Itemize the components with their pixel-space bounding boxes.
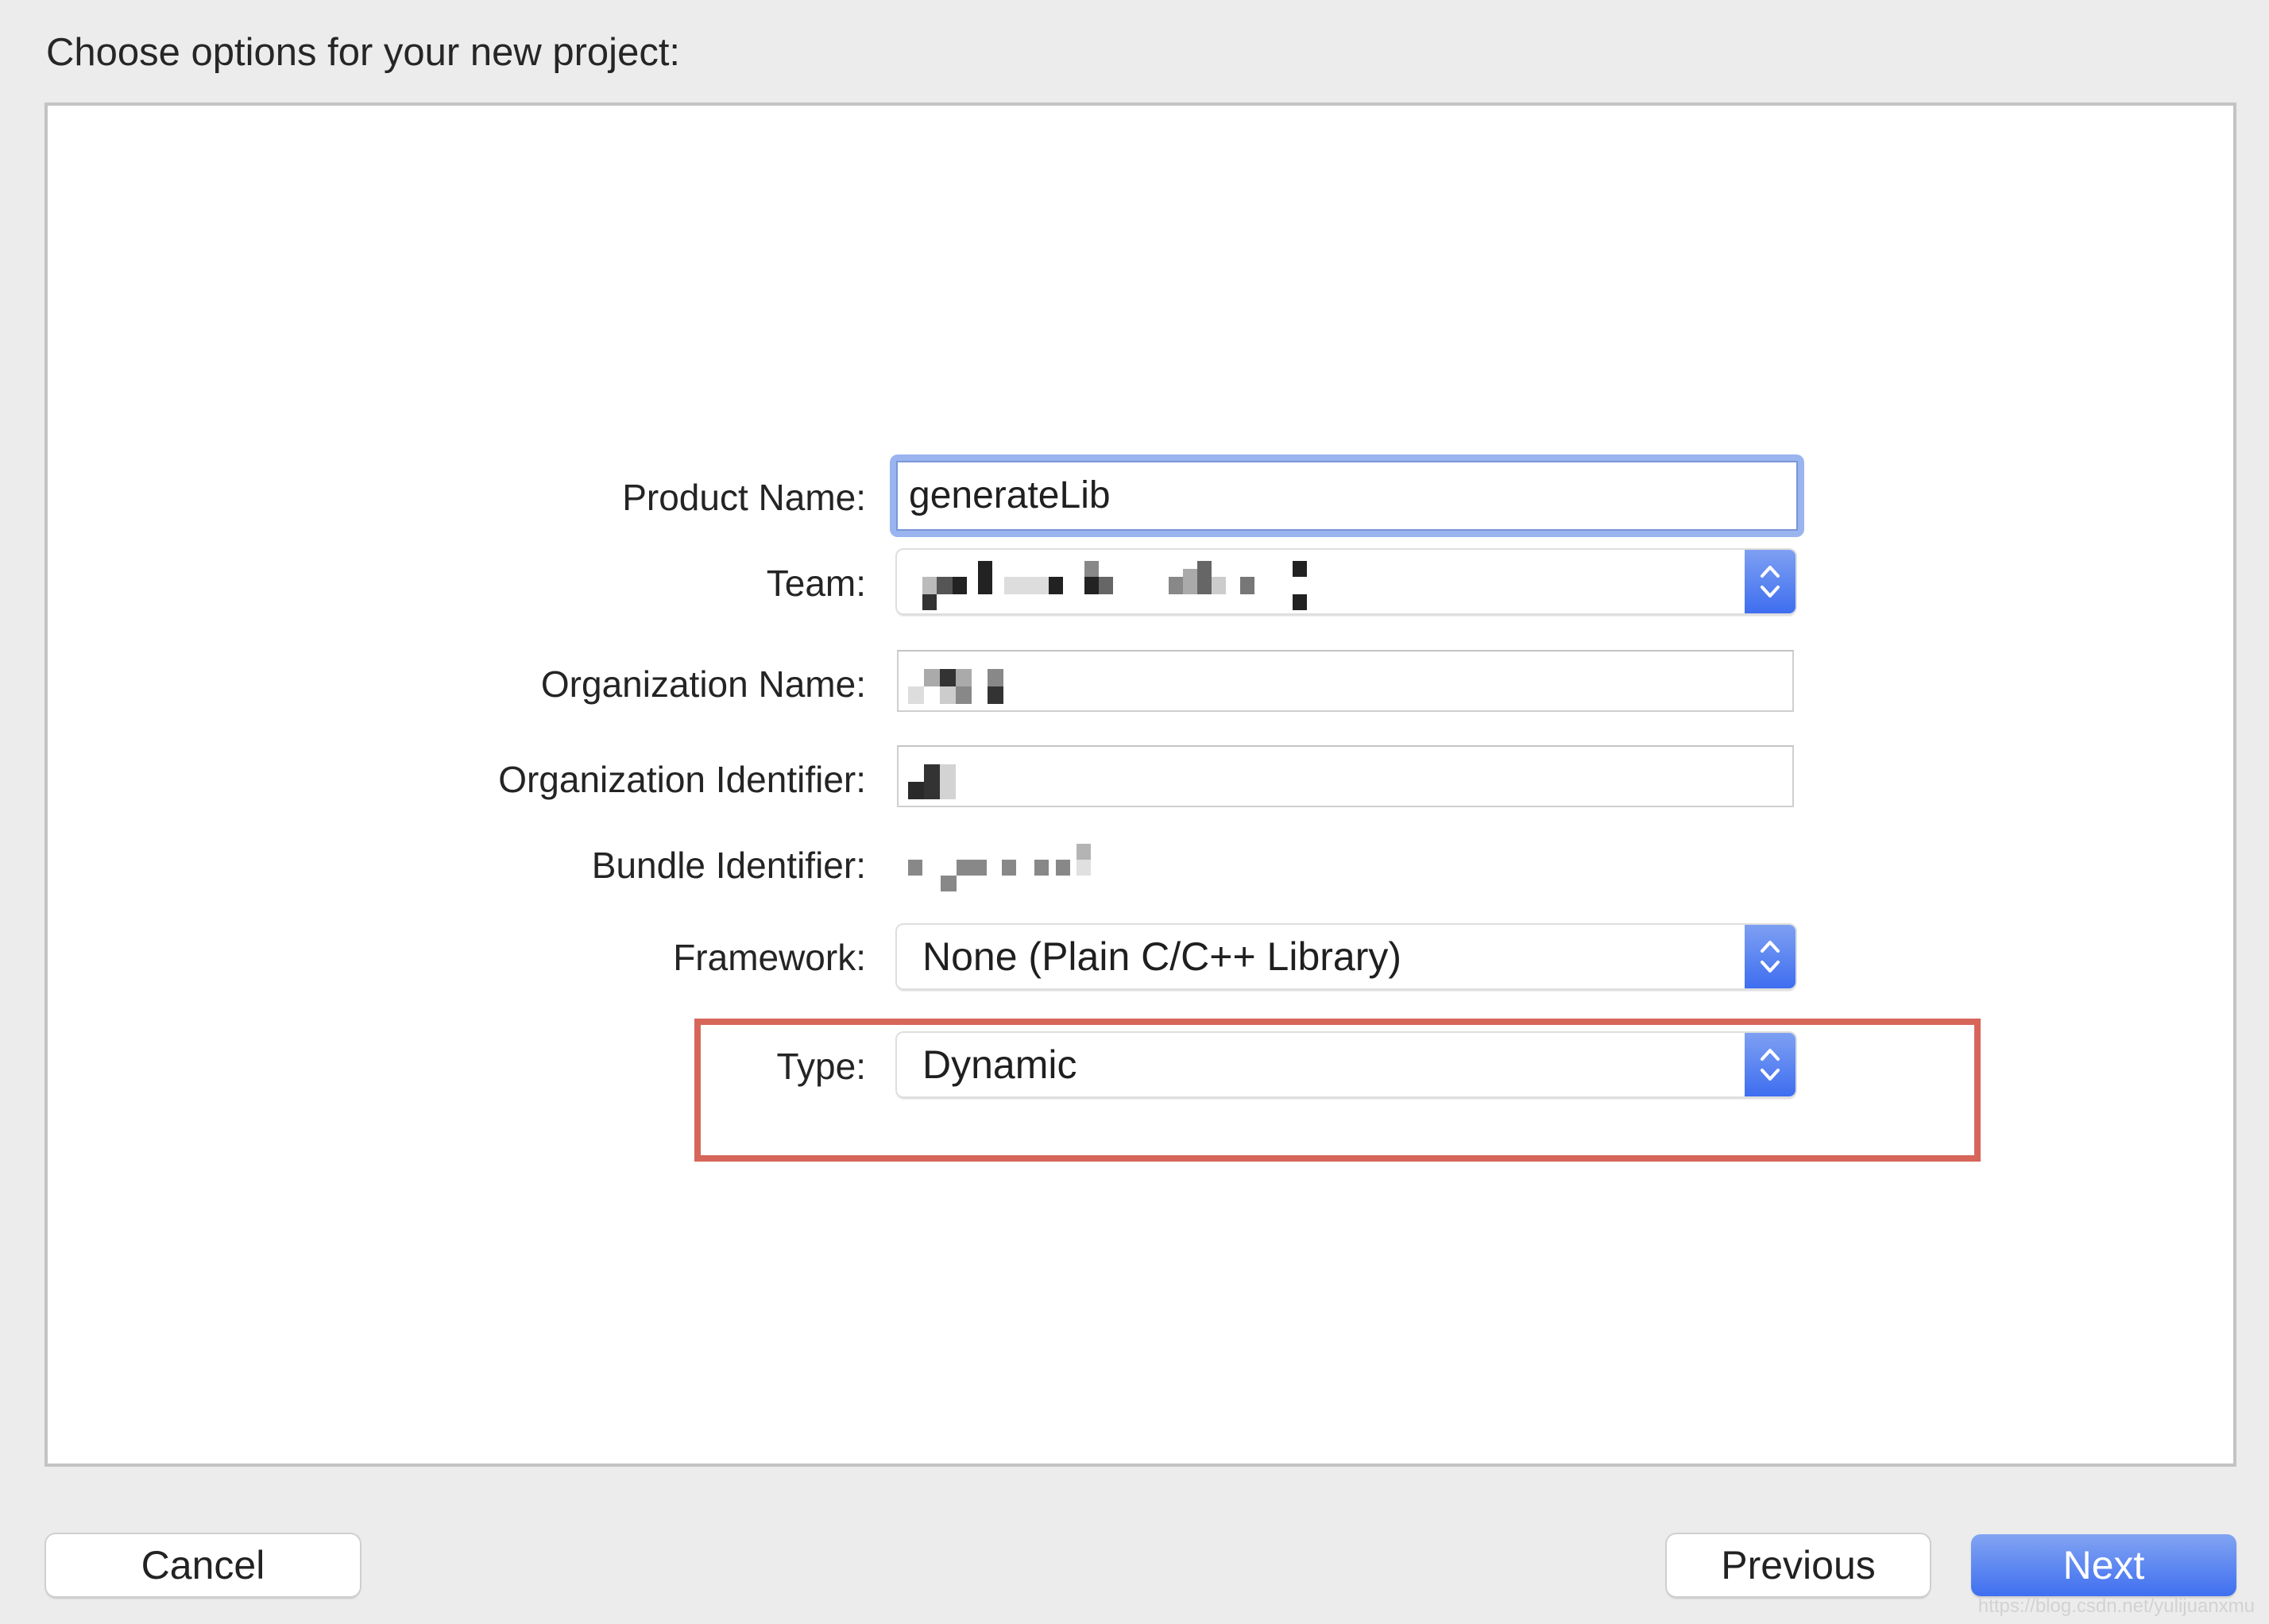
type-selected-value: Dynamic — [922, 1042, 1077, 1087]
watermark: https://blog.csdn.net/yulijuanxmu — [1977, 1595, 2255, 1617]
framework-popup[interactable]: None (Plain C/C++ Library) — [897, 925, 1795, 988]
chevron-up-down-icon — [1761, 1049, 1780, 1081]
framework-stepper[interactable] — [1745, 925, 1795, 988]
type-stepper[interactable] — [1745, 1033, 1795, 1096]
dialog-title: Choose options for your new project: — [46, 31, 681, 74]
cancel-button[interactable]: Cancel — [46, 1534, 360, 1596]
team-label: Team: — [766, 563, 866, 604]
product-name-field[interactable]: generateLib — [896, 461, 1798, 531]
team-popup[interactable] — [897, 550, 1795, 613]
chevron-up-down-icon — [1761, 941, 1780, 972]
type-popup[interactable]: Dynamic — [897, 1033, 1795, 1096]
framework-label: Framework: — [673, 937, 866, 978]
organization-identifier-field[interactable] — [897, 745, 1794, 807]
framework-selected-value: None (Plain C/C++ Library) — [922, 934, 1402, 979]
product-name-label: Product Name: — [622, 477, 866, 518]
organization-identifier-label: Organization Identifier: — [498, 759, 866, 800]
chevron-up-down-icon — [1761, 566, 1780, 597]
previous-button[interactable]: Previous — [1667, 1534, 1930, 1596]
product-name-value: generateLib — [909, 474, 1111, 516]
team-stepper[interactable] — [1745, 550, 1795, 613]
type-label: Type: — [776, 1046, 866, 1087]
bundle-identifier-redacted-value — [897, 842, 1135, 898]
product-name-focus-ring: generateLib — [890, 454, 1804, 537]
organization-name-label: Organization Name: — [540, 663, 866, 705]
bundle-identifier-label: Bundle Identifier: — [591, 845, 866, 886]
next-button[interactable]: Next — [1971, 1534, 2236, 1596]
organization-name-field[interactable] — [897, 650, 1794, 712]
